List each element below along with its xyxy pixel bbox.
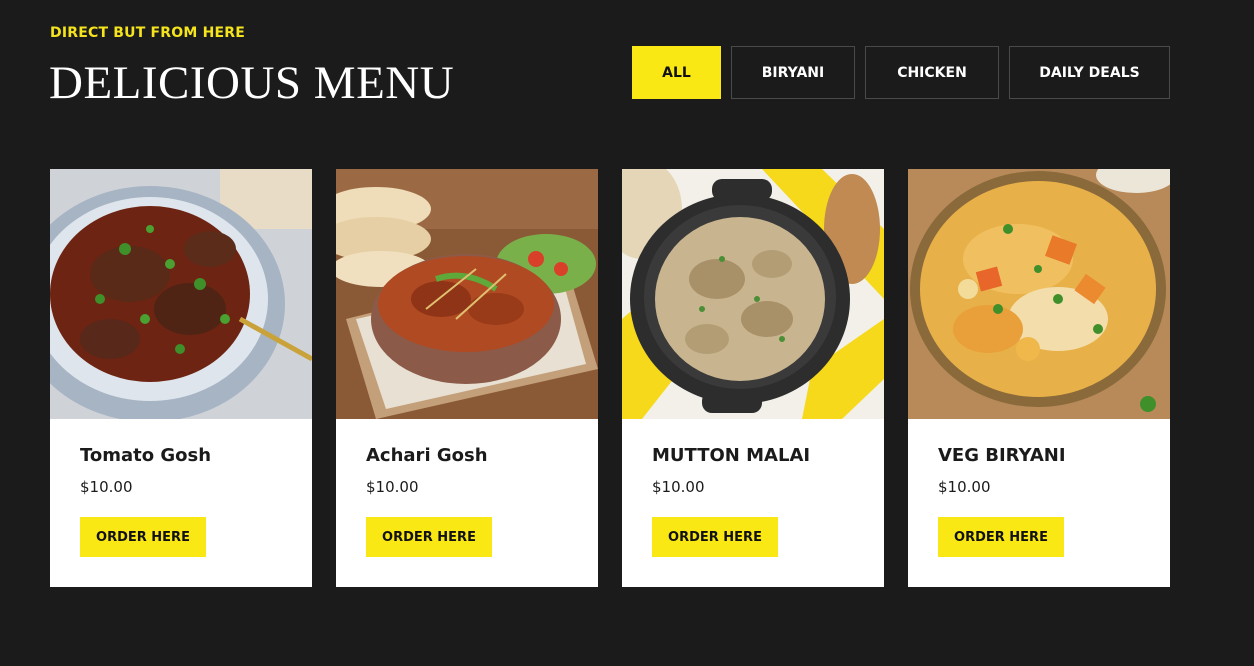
filter-all-button[interactable]: ALL — [632, 46, 721, 99]
filter-biryani-button[interactable]: BIRYANI — [731, 46, 855, 99]
section-title: DELICIOUS MENU — [49, 57, 455, 109]
section-eyebrow: DIRECT BUT FROM HERE — [50, 25, 246, 41]
mutton-malai-photo — [622, 169, 884, 419]
order-here-button[interactable]: ORDER HERE — [652, 517, 778, 557]
order-here-button[interactable]: ORDER HERE — [80, 517, 206, 557]
menu-card: Tomato Gosh $10.00 ORDER HERE — [50, 169, 312, 587]
menu-item-price: $10.00 — [938, 478, 991, 496]
order-here-button[interactable]: ORDER HERE — [938, 517, 1064, 557]
menu-item-name: VEG BIRYANI — [938, 445, 1066, 466]
menu-item-name: Tomato Gosh — [80, 445, 212, 466]
menu-item-price: $10.00 — [366, 478, 419, 496]
menu-item-name: Achari Gosh — [366, 445, 488, 466]
tomato-gosh-photo — [50, 169, 312, 419]
menu-card: VEG BIRYANI $10.00 ORDER HERE — [908, 169, 1170, 587]
achari-gosh-photo — [336, 169, 598, 419]
menu-filter-tabs: ALL BIRYANI CHICKEN DAILY DEALS — [632, 46, 1170, 99]
menu-card: Achari Gosh $10.00 ORDER HERE — [336, 169, 598, 587]
menu-item-price: $10.00 — [652, 478, 705, 496]
order-here-button[interactable]: ORDER HERE — [366, 517, 492, 557]
menu-item-price: $10.00 — [80, 478, 133, 496]
filter-daily-deals-button[interactable]: DAILY DEALS — [1009, 46, 1170, 99]
menu-grid: Tomato Gosh $10.00 ORDER HERE Achari Gos… — [50, 169, 1170, 587]
filter-chicken-button[interactable]: CHICKEN — [865, 46, 999, 99]
veg-biryani-photo — [908, 169, 1170, 419]
menu-item-name: MUTTON MALAI — [652, 445, 811, 466]
menu-card: MUTTON MALAI $10.00 ORDER HERE — [622, 169, 884, 587]
